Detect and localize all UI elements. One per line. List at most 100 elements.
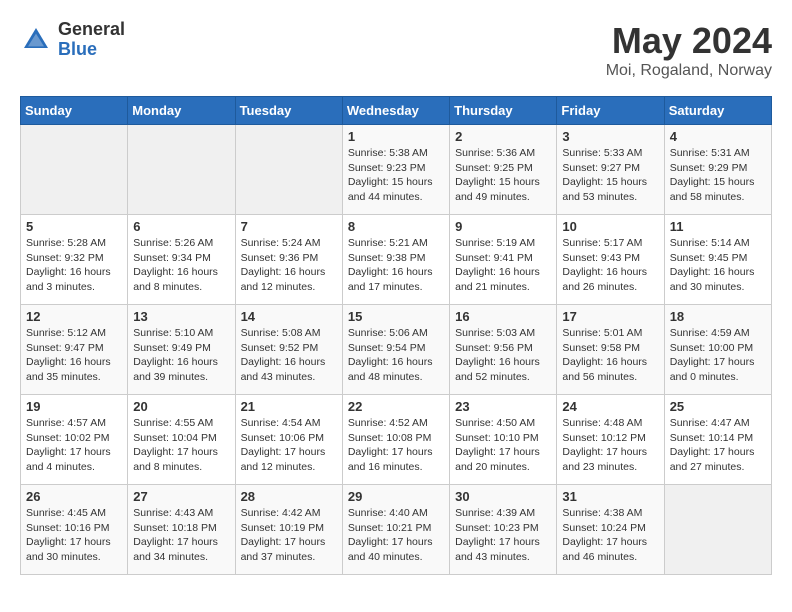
day-number: 23 [455, 399, 551, 414]
day-number: 27 [133, 489, 229, 504]
logo-text: General Blue [58, 20, 125, 60]
cell-info: Sunrise: 5:14 AM Sunset: 9:45 PM Dayligh… [670, 236, 766, 295]
calendar-week-row: 12 Sunrise: 5:12 AM Sunset: 9:47 PM Dayli… [21, 305, 772, 395]
day-number: 15 [348, 309, 444, 324]
day-number: 12 [26, 309, 122, 324]
weekday-header: Sunday [21, 97, 128, 125]
calendar-cell: 26Sunrise: 4:45 AM Sunset: 10:16 PM Dayl… [21, 485, 128, 575]
calendar-cell: 23 Sunrise: 4:50 AM Sunset: 10:10 PM Dayl… [450, 395, 557, 485]
day-number: 8 [348, 219, 444, 234]
calendar-cell: 22Sunrise: 4:52 AM Sunset: 10:08 PM Dayl… [342, 395, 449, 485]
day-number: 31 [562, 489, 658, 504]
calendar-week-row: 1 Sunrise: 5:38 AM Sunset: 9:23 PM Daylig… [21, 125, 772, 215]
cell-info: Sunrise: 4:42 AM Sunset: 10:19 PM Daylig… [241, 506, 337, 565]
day-number: 9 [455, 219, 551, 234]
day-number: 26 [26, 489, 122, 504]
cell-info: Sunrise: 5:10 AM Sunset: 9:49 PM Dayligh… [133, 326, 229, 385]
calendar-cell: 9 Sunrise: 5:19 AM Sunset: 9:41 PM Daylig… [450, 215, 557, 305]
day-number: 11 [670, 219, 766, 234]
calendar-cell [128, 125, 235, 215]
calendar-cell: 21 Sunrise: 4:54 AM Sunset: 10:06 PM Dayl… [235, 395, 342, 485]
page-header: General Blue May 2024 Moi, Rogaland, Nor… [20, 20, 772, 80]
cell-info: Sunrise: 5:24 AM Sunset: 9:36 PM Dayligh… [241, 236, 337, 295]
cell-info: Sunrise: 4:38 AM Sunset: 10:24 PM Daylig… [562, 506, 658, 565]
calendar-cell: 24Sunrise: 4:48 AM Sunset: 10:12 PM Dayl… [557, 395, 664, 485]
calendar-cell: 4 Sunrise: 5:31 AM Sunset: 9:29 PM Daylig… [664, 125, 771, 215]
cell-info: Sunrise: 5:19 AM Sunset: 9:41 PM Dayligh… [455, 236, 551, 295]
day-number: 6 [133, 219, 229, 234]
calendar-cell: 15 Sunrise: 5:06 AM Sunset: 9:54 PM Dayli… [342, 305, 449, 395]
logo-general-text: General [58, 20, 125, 40]
day-number: 21 [241, 399, 337, 414]
calendar-cell: 20Sunrise: 4:55 AM Sunset: 10:04 PM Dayl… [128, 395, 235, 485]
calendar-body: 1 Sunrise: 5:38 AM Sunset: 9:23 PM Daylig… [21, 125, 772, 575]
cell-info: Sunrise: 5:38 AM Sunset: 9:23 PM Dayligh… [348, 146, 444, 205]
logo-blue-text: Blue [58, 40, 125, 60]
calendar-header: SundayMondayTuesdayWednesdayThursdayFrid… [21, 97, 772, 125]
cell-info: Sunrise: 5:12 AM Sunset: 9:47 PM Dayligh… [26, 326, 122, 385]
cell-info: Sunrise: 4:50 AM Sunset: 10:10 PM Daylig… [455, 416, 551, 475]
logo: General Blue [20, 20, 125, 60]
weekday-header: Thursday [450, 97, 557, 125]
day-number: 29 [348, 489, 444, 504]
logo-icon [20, 24, 52, 56]
day-number: 2 [455, 129, 551, 144]
cell-info: Sunrise: 5:08 AM Sunset: 9:52 PM Dayligh… [241, 326, 337, 385]
day-number: 19 [26, 399, 122, 414]
calendar-cell: 11 Sunrise: 5:14 AM Sunset: 9:45 PM Dayli… [664, 215, 771, 305]
calendar-cell: 27 Sunrise: 4:43 AM Sunset: 10:18 PM Dayl… [128, 485, 235, 575]
cell-info: Sunrise: 4:54 AM Sunset: 10:06 PM Daylig… [241, 416, 337, 475]
day-number: 3 [562, 129, 658, 144]
cell-info: Sunrise: 4:47 AM Sunset: 10:14 PM Daylig… [670, 416, 766, 475]
day-number: 10 [562, 219, 658, 234]
day-number: 1 [348, 129, 444, 144]
day-number: 25 [670, 399, 766, 414]
cell-info: Sunrise: 5:28 AM Sunset: 9:32 PM Dayligh… [26, 236, 122, 295]
cell-info: Sunrise: 5:03 AM Sunset: 9:56 PM Dayligh… [455, 326, 551, 385]
cell-info: Sunrise: 5:33 AM Sunset: 9:27 PM Dayligh… [562, 146, 658, 205]
weekday-header: Tuesday [235, 97, 342, 125]
calendar-cell: 3 Sunrise: 5:33 AM Sunset: 9:27 PM Daylig… [557, 125, 664, 215]
weekday-row: SundayMondayTuesdayWednesdayThursdayFrid… [21, 97, 772, 125]
day-number: 16 [455, 309, 551, 324]
day-number: 4 [670, 129, 766, 144]
cell-info: Sunrise: 5:26 AM Sunset: 9:34 PM Dayligh… [133, 236, 229, 295]
title-block: May 2024 Moi, Rogaland, Norway [606, 20, 772, 80]
calendar-cell: 28Sunrise: 4:42 AM Sunset: 10:19 PM Dayl… [235, 485, 342, 575]
calendar-week-row: 19 Sunrise: 4:57 AM Sunset: 10:02 PM Dayl… [21, 395, 772, 485]
calendar-table: SundayMondayTuesdayWednesdayThursdayFrid… [20, 96, 772, 575]
calendar-cell: 1 Sunrise: 5:38 AM Sunset: 9:23 PM Daylig… [342, 125, 449, 215]
cell-info: Sunrise: 4:52 AM Sunset: 10:08 PM Daylig… [348, 416, 444, 475]
cell-info: Sunrise: 4:59 AM Sunset: 10:00 PM Daylig… [670, 326, 766, 385]
weekday-header: Wednesday [342, 97, 449, 125]
cell-info: Sunrise: 5:36 AM Sunset: 9:25 PM Dayligh… [455, 146, 551, 205]
cell-info: Sunrise: 4:57 AM Sunset: 10:02 PM Daylig… [26, 416, 122, 475]
calendar-cell: 14 Sunrise: 5:08 AM Sunset: 9:52 PM Dayli… [235, 305, 342, 395]
cell-info: Sunrise: 4:43 AM Sunset: 10:18 PM Daylig… [133, 506, 229, 565]
calendar-cell [235, 125, 342, 215]
calendar-cell: 29Sunrise: 4:40 AM Sunset: 10:21 PM Dayl… [342, 485, 449, 575]
weekday-header: Friday [557, 97, 664, 125]
calendar-week-row: 5Sunrise: 5:28 AM Sunset: 9:32 PM Daylig… [21, 215, 772, 305]
day-number: 30 [455, 489, 551, 504]
cell-info: Sunrise: 4:55 AM Sunset: 10:04 PM Daylig… [133, 416, 229, 475]
calendar-subtitle: Moi, Rogaland, Norway [606, 62, 772, 80]
cell-info: Sunrise: 5:21 AM Sunset: 9:38 PM Dayligh… [348, 236, 444, 295]
calendar-cell [21, 125, 128, 215]
calendar-cell: 16 Sunrise: 5:03 AM Sunset: 9:56 PM Dayli… [450, 305, 557, 395]
calendar-title: May 2024 [606, 20, 772, 62]
cell-info: Sunrise: 5:17 AM Sunset: 9:43 PM Dayligh… [562, 236, 658, 295]
calendar-cell: 8 Sunrise: 5:21 AM Sunset: 9:38 PM Daylig… [342, 215, 449, 305]
cell-info: Sunrise: 5:31 AM Sunset: 9:29 PM Dayligh… [670, 146, 766, 205]
day-number: 14 [241, 309, 337, 324]
calendar-cell: 5Sunrise: 5:28 AM Sunset: 9:32 PM Daylig… [21, 215, 128, 305]
calendar-cell [664, 485, 771, 575]
calendar-week-row: 26Sunrise: 4:45 AM Sunset: 10:16 PM Dayl… [21, 485, 772, 575]
calendar-cell: 13 Sunrise: 5:10 AM Sunset: 9:49 PM Dayli… [128, 305, 235, 395]
cell-info: Sunrise: 5:06 AM Sunset: 9:54 PM Dayligh… [348, 326, 444, 385]
calendar-cell: 25 Sunrise: 4:47 AM Sunset: 10:14 PM Dayl… [664, 395, 771, 485]
day-number: 13 [133, 309, 229, 324]
calendar-cell: 12 Sunrise: 5:12 AM Sunset: 9:47 PM Dayli… [21, 305, 128, 395]
calendar-cell: 19 Sunrise: 4:57 AM Sunset: 10:02 PM Dayl… [21, 395, 128, 485]
calendar-cell: 6 Sunrise: 5:26 AM Sunset: 9:34 PM Daylig… [128, 215, 235, 305]
